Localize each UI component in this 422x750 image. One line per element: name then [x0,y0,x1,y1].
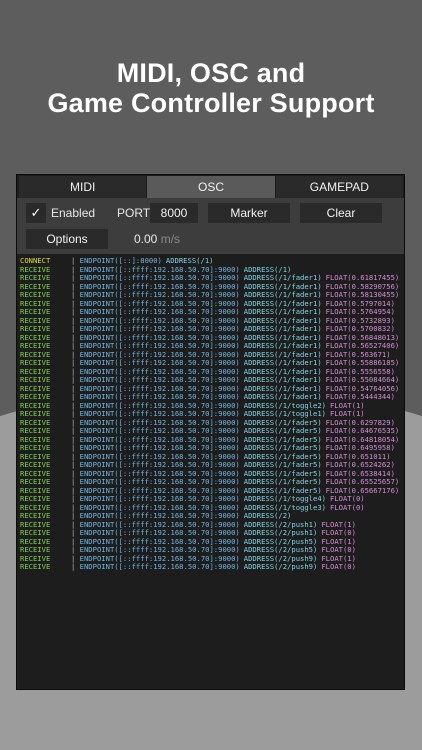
log-endpoint: ENDPOINT([::ffff:192.168.50.70]:9000) [79,545,240,554]
marker-button[interactable]: Marker [208,203,290,223]
log-address: ADDRESS(/2/push5) [243,545,318,554]
log-address: ADDRESS(/1/fader5) [243,426,322,435]
tab-bar: MIDI OSC GAMEPAD [19,176,404,198]
log-address: ADDRESS(/1/toggle1) [243,409,326,418]
log-address: ADDRESS(/1/fader5) [243,460,322,469]
log-value: FLOAT(0) [329,502,365,512]
headline-line-1: MIDI, OSC and [116,58,306,88]
log-address: ADDRESS(/2/push9) [243,562,318,571]
speed-value: 0.00 [134,232,158,246]
log-endpoint: ENDPOINT([::ffff:192.168.50.70]:9000) [79,307,240,316]
log-endpoint: ENDPOINT([::ffff:192.168.50.70]:9000) [79,511,240,520]
log-address: ADDRESS(/1/fader1) [243,324,322,333]
enabled-checkbox[interactable]: ✓ [26,203,46,223]
log-separator: | [71,562,80,571]
log-address: ADDRESS(/1/fader1) [243,392,322,401]
log-endpoint: ENDPOINT([::ffff:192.168.50.70]:9000) [79,341,240,350]
tab-midi[interactable]: MIDI [19,176,148,198]
port-input[interactable]: 8000 [150,203,198,223]
log-address: ADDRESS(/1/fader1) [243,307,322,316]
log-value: FLOAT(0) [321,562,356,571]
log-address: ADDRESS(/1/toggle4) [243,494,326,503]
tab-osc[interactable]: OSC [147,176,276,198]
headline-line-2: Game Controller Support [47,88,375,118]
log-endpoint: ENDPOINT([::ffff:192.168.50.70]:9000) [79,477,240,486]
options-button[interactable]: Options [26,229,108,249]
page-headline: MIDI, OSC and Game Controller Support [0,58,422,118]
log-address: ADDRESS(/1/fader1) [243,290,322,299]
log-endpoint: ENDPOINT([::ffff:192.168.50.70]:9000) [79,528,240,537]
log-command: RECEIVE [20,562,51,571]
log-endpoint: ENDPOINT([::ffff:192.168.50.70]:9000) [79,290,240,299]
log-endpoint: ENDPOINT([::ffff:192.168.50.70]:9000) [79,273,240,282]
speed-unit: m/s [160,232,181,246]
log-address: ADDRESS(/2) [243,511,292,520]
log-endpoint: ENDPOINT([::ffff:192.168.50.70]:9000) [79,426,240,435]
log-address: ADDRESS(/1/fader5) [243,443,322,452]
log-row: RECEIVE | ENDPOINT([::ffff:192.168.50.70]… [20,562,402,572]
enabled-label: Enabled [51,206,96,220]
controls-panel: ✓ Enabled PORT 8000 Marker Clear Options… [17,198,404,254]
log-endpoint: ENDPOINT([::ffff:192.168.50.70]:9000) [79,443,240,452]
clear-button[interactable]: Clear [300,203,382,223]
log-endpoint: ENDPOINT([::ffff:192.168.50.70]:9000) [79,324,240,333]
port-label: PORT [117,206,151,220]
log-address: ADDRESS(/2/push1) [243,528,318,537]
log-endpoint: ENDPOINT([::ffff:192.168.50.70]:9000) [79,460,240,469]
log-endpoint: ENDPOINT([::]:8000) [79,257,162,265]
log-address: ADDRESS(/1/fader1) [243,375,322,384]
log-address: ADDRESS(/1/fader5) [243,477,322,486]
speed-readout: 0.00 m/s [134,229,180,249]
log-endpoint: ENDPOINT([::ffff:192.168.50.70]:9000) [79,392,240,401]
log-address: ADDRESS(/1/fader1) [243,341,322,350]
message-log[interactable]: CONNECT | ENDPOINT([::]:8000) ADDRESS(/1) R… [20,257,402,687]
log-address: ADDRESS(/1/fader1) [243,358,322,367]
tab-gamepad[interactable]: GAMEPAD [275,176,404,198]
log-endpoint: ENDPOINT([::ffff:192.168.50.70]:9000) [79,358,240,367]
app-window: MIDI OSC GAMEPAD ✓ Enabled PORT 8000 Mar… [16,174,405,690]
log-endpoint: ENDPOINT([::ffff:192.168.50.70]:9000) [79,375,240,384]
log-address: ADDRESS(/1/fader1) [243,273,322,282]
log-address: ADDRESS(/1) [165,257,214,265]
log-endpoint: ENDPOINT([::ffff:192.168.50.70]:9000) [79,562,240,571]
log-endpoint: ENDPOINT([::ffff:192.168.50.70]:9000) [79,409,240,418]
log-endpoint: ENDPOINT([::ffff:192.168.50.70]:9000) [79,494,240,503]
